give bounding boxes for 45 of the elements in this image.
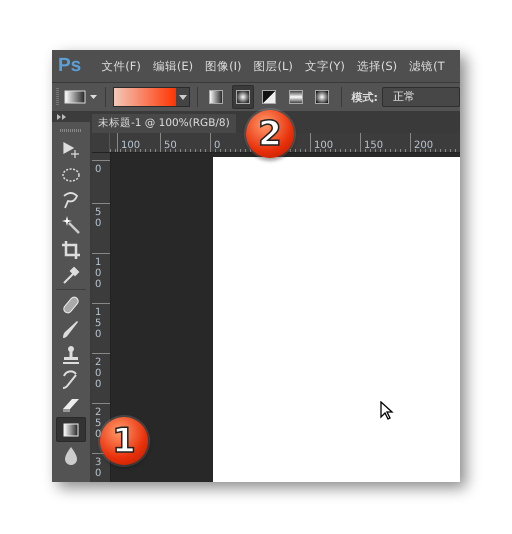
radial-gradient-button[interactable] bbox=[232, 85, 254, 109]
ruler-label: 150 bbox=[364, 140, 384, 151]
ruler-label: 100 bbox=[314, 140, 334, 151]
menu-item[interactable]: 图层(L) bbox=[253, 58, 293, 74]
ruler-label: 50 bbox=[164, 140, 177, 151]
angle-gradient-icon bbox=[262, 90, 276, 104]
ruler-label: 100 bbox=[95, 257, 102, 290]
grip-handle[interactable] bbox=[60, 129, 82, 132]
menu-item[interactable]: 图像(I) bbox=[205, 58, 242, 74]
expand-icon[interactable] bbox=[57, 114, 66, 120]
crop-icon bbox=[61, 240, 81, 260]
menu-item[interactable]: 滤镜(T bbox=[409, 58, 445, 74]
ruler-label: 50 bbox=[95, 207, 102, 229]
tool-button[interactable] bbox=[56, 417, 86, 442]
ruler-label: 0 bbox=[95, 164, 102, 175]
diamond-gradient-icon bbox=[315, 90, 330, 104]
gradient-picker[interactable] bbox=[113, 87, 190, 107]
linear-gradient-icon bbox=[209, 90, 224, 104]
document-tab[interactable]: 未标题-1 @ 100%(RGB/8) bbox=[92, 114, 236, 133]
cursor-icon bbox=[380, 401, 394, 421]
grip-handle[interactable] bbox=[56, 88, 59, 106]
menu-item[interactable]: 文字(Y) bbox=[304, 58, 345, 74]
ruler-label: 100 bbox=[121, 140, 140, 151]
ruler-label: 200 bbox=[95, 357, 102, 390]
ruler-label: 250 bbox=[95, 407, 102, 440]
magic-wand-icon bbox=[61, 214, 81, 234]
menu-item[interactable]: 选择(S) bbox=[356, 58, 398, 74]
stamp-icon bbox=[61, 344, 81, 364]
ruler-label: 200 bbox=[414, 140, 434, 151]
mode-label: 模式: bbox=[351, 90, 378, 104]
eyedropper-icon bbox=[61, 264, 81, 284]
lasso-icon bbox=[61, 190, 81, 210]
caret-icon bbox=[178, 94, 187, 100]
gradient-preset-icon bbox=[64, 90, 98, 104]
mode-dropdown[interactable]: 正常 bbox=[382, 87, 460, 107]
ruler-label: 150 bbox=[95, 307, 102, 340]
brush-icon bbox=[61, 320, 81, 340]
radial-gradient-icon bbox=[236, 90, 250, 104]
menu-item[interactable]: 文件(F) bbox=[101, 58, 141, 74]
reflected-gradient-icon bbox=[288, 90, 303, 104]
ruler-label: 30 bbox=[95, 457, 102, 479]
app-logo: Ps bbox=[58, 55, 82, 77]
ruler-label: 0 bbox=[214, 140, 220, 151]
menu-item[interactable]: 编辑(E) bbox=[152, 58, 194, 74]
move-tool-icon bbox=[61, 140, 81, 160]
